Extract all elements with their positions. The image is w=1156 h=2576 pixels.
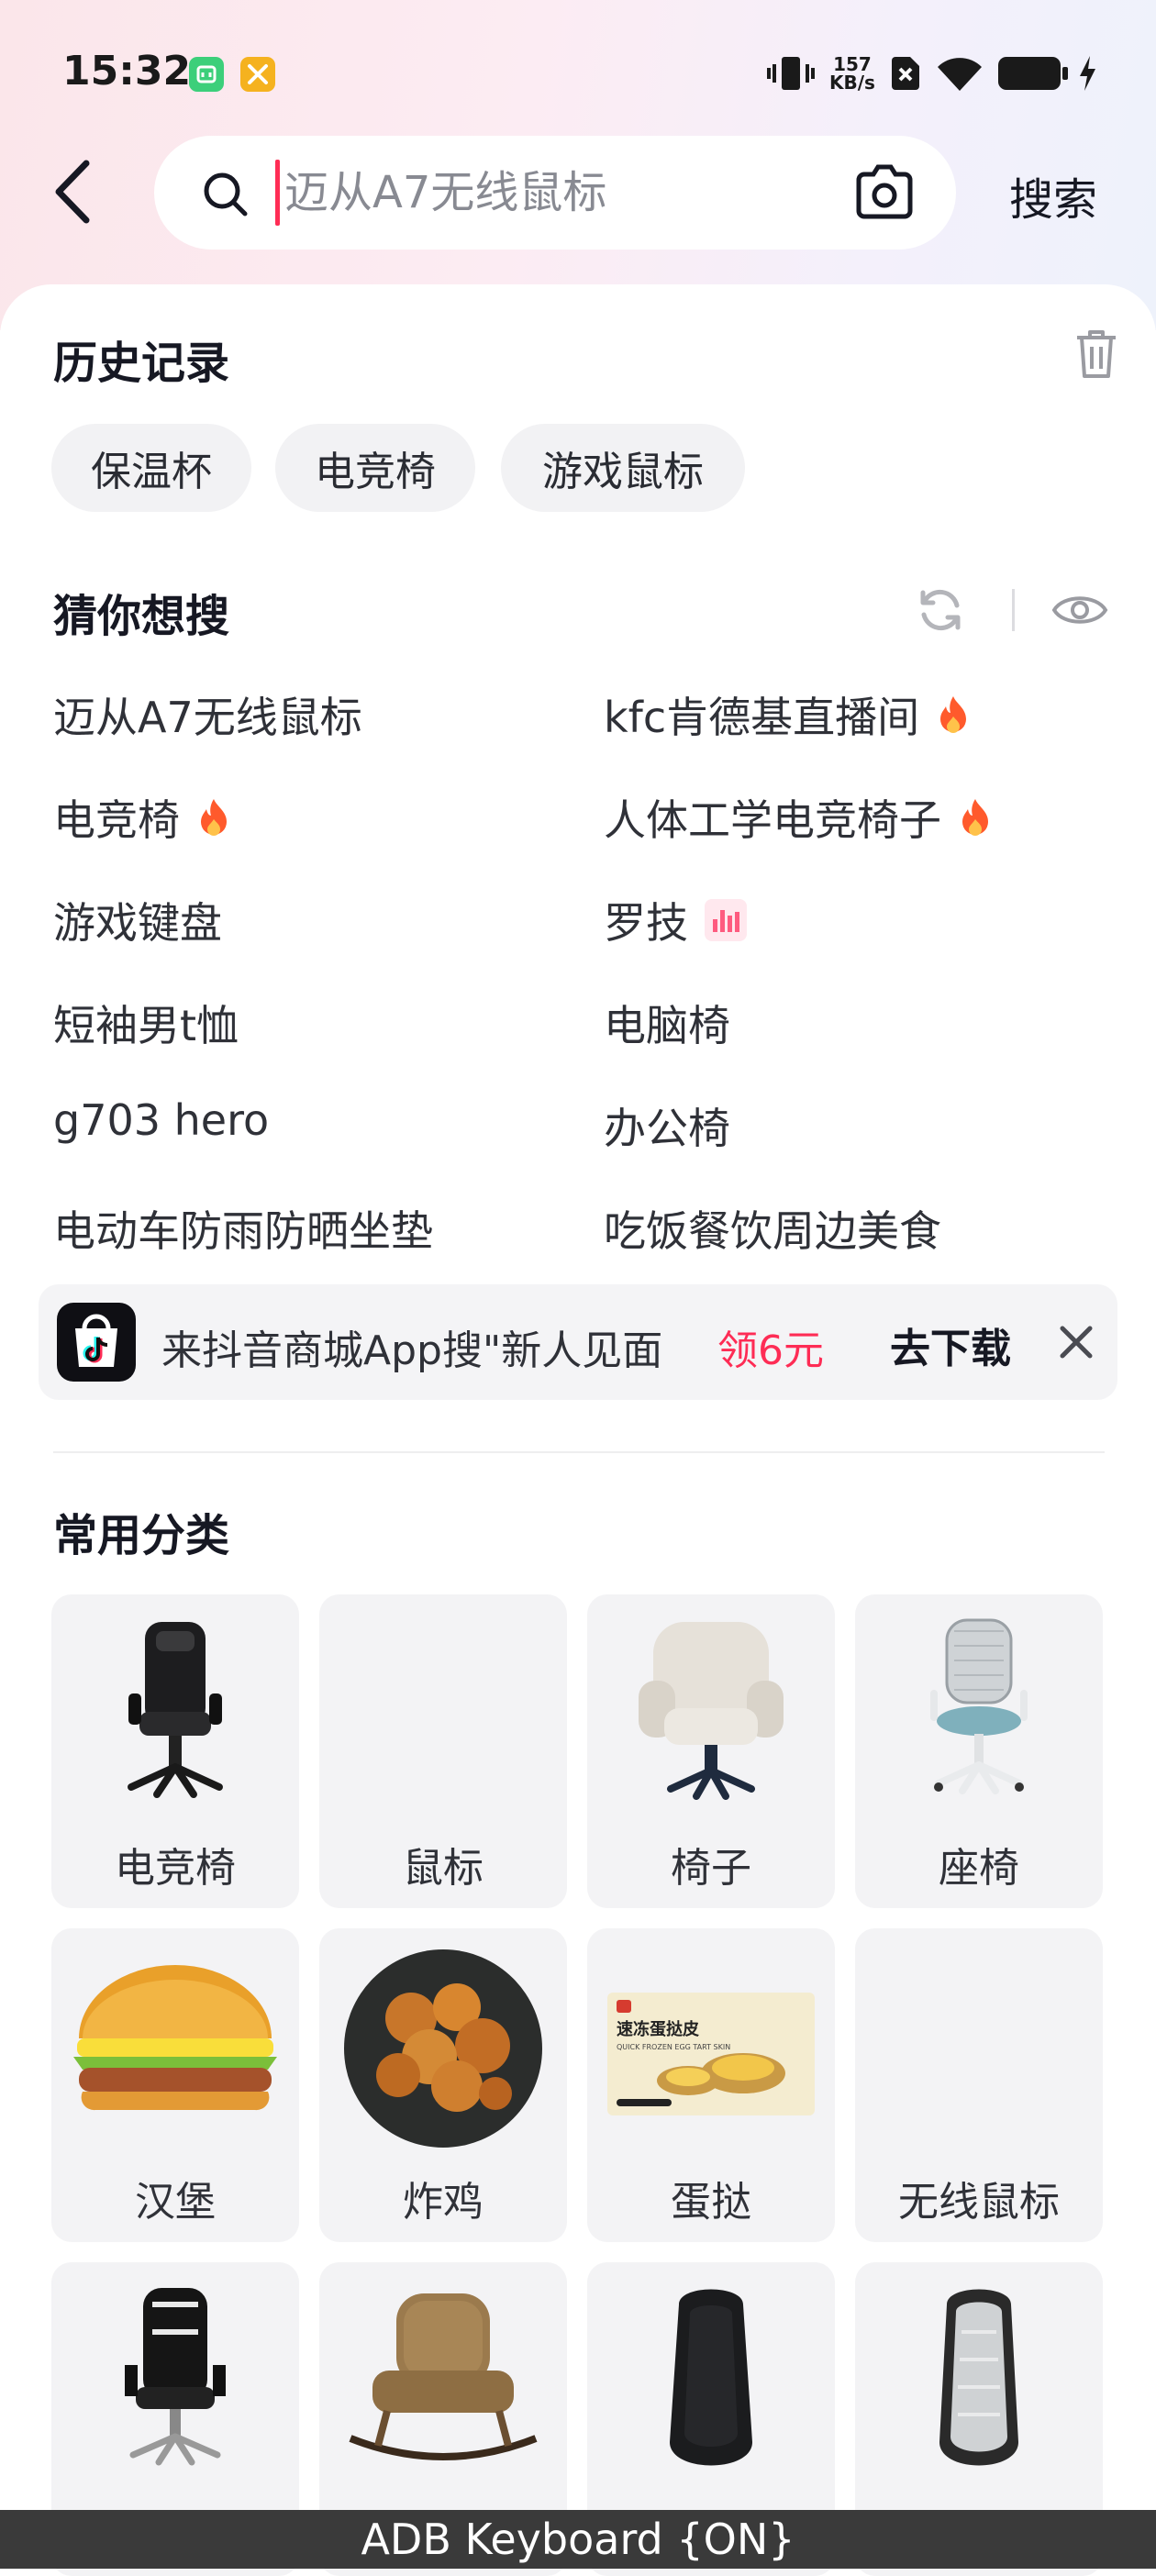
- category-label: 蛋挞: [671, 2179, 751, 2226]
- svg-text:QUICK FROZEN EGG TART SKIN: QUICK FROZEN EGG TART SKIN: [617, 2043, 730, 2051]
- svg-text:速冻蛋挞皮: 速冻蛋挞皮: [617, 2019, 699, 2039]
- guess-title: 猜你想搜: [53, 591, 230, 642]
- camera-icon: [856, 164, 913, 219]
- battery-icon: [997, 57, 1068, 90]
- seat-cover-image: [670, 2289, 752, 2466]
- suggestion-item[interactable]: 电动车防雨防晒坐垫: [53, 1198, 433, 1259]
- suggestion-item[interactable]: 电竞椅: [53, 787, 231, 848]
- douyin-mall-logo: [57, 1303, 136, 1382]
- category-label: 炸鸡: [403, 2179, 484, 2226]
- category-card-seat[interactable]: 座椅: [855, 1594, 1103, 1908]
- search-button[interactable]: 搜索: [1009, 163, 1097, 228]
- category-card-gaming-chair[interactable]: 电竞椅: [51, 1594, 299, 1908]
- download-app-banner[interactable]: 来抖音商城App搜"新人见面 领6元 去下载: [39, 1284, 1117, 1400]
- history-title: 历史记录: [53, 338, 230, 389]
- status-icons: 157 KB/s: [767, 53, 1097, 94]
- eye-icon: [1051, 596, 1108, 624]
- toggle-visibility-button[interactable]: [1051, 587, 1108, 633]
- history-chip[interactable]: 保温杯: [51, 424, 251, 512]
- category-label: 椅子: [671, 1845, 751, 1892]
- wifi-icon: [937, 58, 982, 91]
- app-notification-icon: [189, 57, 224, 92]
- history-chip[interactable]: 电竞椅: [275, 424, 475, 512]
- suggestion-item[interactable]: g703 hero: [53, 1095, 269, 1145]
- trending-chart-icon: [705, 899, 747, 941]
- category-label: 座椅: [939, 1845, 1019, 1892]
- fire-icon: [936, 694, 971, 735]
- category-card-burger[interactable]: 汉堡: [51, 1928, 299, 2242]
- search-bar[interactable]: [154, 136, 956, 250]
- category-card-egg-tart[interactable]: 速冻蛋挞皮 QUICK FROZEN EGG TART SKIN 蛋挞: [587, 1928, 835, 2242]
- suggestion-item[interactable]: 游戏键盘: [53, 890, 222, 950]
- back-button[interactable]: [46, 154, 110, 229]
- suggestion-item[interactable]: 迈从A7无线鼠标: [53, 684, 362, 745]
- category-label: 汉堡: [135, 2179, 216, 2226]
- suggestion-item[interactable]: 电脑椅: [604, 993, 730, 1053]
- section-divider: [53, 1451, 1105, 1453]
- suggestion-item[interactable]: 短袖男t恤: [53, 993, 239, 1053]
- categories-title: 常用分类: [53, 1510, 230, 1561]
- network-speed: 157 KB/s: [829, 53, 875, 94]
- vibrate-icon: [767, 57, 815, 90]
- close-banner-button[interactable]: [1053, 1319, 1099, 1369]
- download-button[interactable]: 去下载: [890, 1316, 1011, 1374]
- close-icon: [1060, 1326, 1093, 1359]
- banner-coupon: 领6元: [717, 1327, 824, 1374]
- chevron-left-icon: [55, 160, 90, 224]
- camera-search-button[interactable]: [853, 163, 916, 226]
- fire-icon: [958, 797, 993, 838]
- banner-message: 来抖音商城App搜"新人见面: [161, 1327, 663, 1374]
- fire-icon: [196, 797, 231, 838]
- refresh-button[interactable]: [916, 585, 965, 635]
- category-label: 无线鼠标: [898, 2179, 1060, 2226]
- suggestion-item[interactable]: 办公椅: [604, 1095, 730, 1156]
- lounge-chair-image: [639, 1622, 784, 1800]
- category-card-chair[interactable]: 椅子: [587, 1594, 835, 1908]
- status-bar: 15:32 157 KB/s: [0, 0, 1156, 147]
- refresh-icon: [920, 589, 961, 631]
- suggestion-item[interactable]: 吃饭餐饮周边美食: [604, 1198, 941, 1259]
- clear-history-button[interactable]: [1072, 327, 1121, 382]
- tools-notification-icon: [240, 57, 275, 92]
- burger-image: [73, 1965, 277, 2111]
- gaming-chair-image: [128, 1622, 223, 1798]
- racing-chair-image: [125, 2288, 226, 2466]
- suggestion-item[interactable]: kfc肯德基直播间: [604, 684, 971, 745]
- office-chair-image: [930, 1618, 1028, 1794]
- egg-tart-package-image: 速冻蛋挞皮 QUICK FROZEN EGG TART SKIN: [607, 1993, 815, 2115]
- category-card-wireless-mouse[interactable]: 无线鼠标: [855, 1928, 1103, 2242]
- history-chip[interactable]: 游戏鼠标: [501, 424, 745, 512]
- category-card-mouse[interactable]: 鼠标: [319, 1594, 567, 1908]
- sun-shade-pad-image: [939, 2289, 1018, 2466]
- suggestion-item[interactable]: 人体工学电竞椅子: [604, 787, 993, 848]
- category-label: 鼠标: [403, 1845, 484, 1892]
- suggestion-item[interactable]: 罗技: [604, 890, 747, 950]
- category-label: 电竞椅: [115, 1845, 236, 1892]
- rocking-chair-image: [349, 2293, 538, 2460]
- category-card-fried-chicken[interactable]: 炸鸡: [319, 1928, 567, 2242]
- toolbar-divider: [1012, 589, 1015, 631]
- search-input[interactable]: [275, 136, 798, 250]
- no-sim-icon: [891, 57, 919, 90]
- status-time: 15:32: [62, 48, 192, 94]
- fried-chicken-image: [344, 1949, 542, 2148]
- charging-icon: [1079, 56, 1095, 91]
- trash-icon: [1077, 330, 1116, 378]
- adb-keyboard-indicator: ADB Keyboard {ON}: [0, 2510, 1156, 2569]
- search-icon: [200, 169, 251, 224]
